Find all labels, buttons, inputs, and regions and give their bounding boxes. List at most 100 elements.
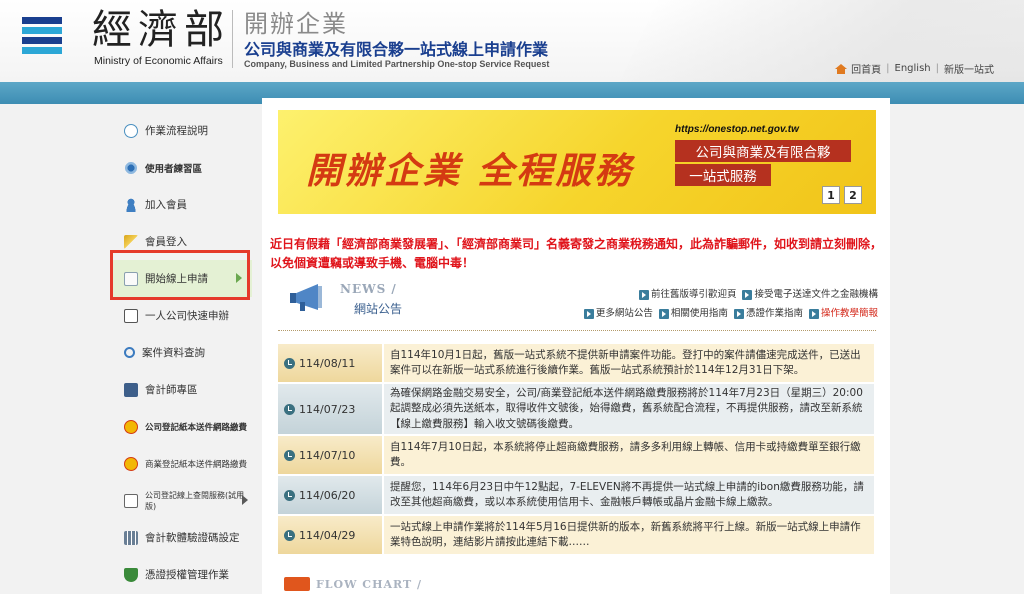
sidebar-item-label: 憑證授權管理作業 — [145, 569, 229, 581]
news-header: NEWS / 網站公告 前往舊版導引歡迎頁 接受電子送達文件之金融機構 更多網站… — [278, 278, 878, 326]
sidebar-item-label: 會計軟體驗證碼設定 — [145, 532, 240, 544]
clock-icon — [284, 449, 295, 461]
news-date: 114/04/29 — [278, 516, 382, 554]
sidebar-item-case-query[interactable]: 案件資料查詢 — [112, 334, 252, 371]
flow-title-en: FLOW CHART / — [316, 577, 422, 591]
link-label: 憑證作業指南 — [745, 308, 803, 319]
news-item[interactable]: 114/06/20 提醒您，114年6月23日中午12點起，7-ELEVEN將不… — [278, 476, 874, 514]
ministry-name-en: Ministry of Economic Affairs — [94, 55, 223, 67]
magnifier-icon — [124, 347, 135, 358]
link-new-onestop[interactable]: 新版一站式 — [944, 61, 994, 76]
flowchart-icon — [284, 577, 310, 591]
chevron-right-icon — [236, 273, 242, 283]
sidebar-menu: 作業流程說明 使用者練習區 加入會員 會員登入 開始線上申請 一人公司快速申辦 … — [112, 112, 252, 593]
news-item[interactable]: 114/08/11 自114年10月1日起，舊版一站式系統不提供新申請案件功能。… — [278, 344, 874, 382]
news-date-text: 114/06/20 — [299, 488, 356, 502]
user-icon — [124, 197, 138, 212]
sidebar-item-online-lookup[interactable]: 公司登記線上查閱服務(試用版) — [112, 482, 252, 519]
sidebar-item-start-apply[interactable]: 開始線上申請 — [112, 260, 252, 297]
sidebar-item-company-fee[interactable]: 公司登記紙本送件網路繳費 — [112, 408, 252, 445]
banner-url: https://onestop.net.gov.tw — [675, 124, 799, 135]
link-tutorial-slides[interactable]: 操作教學簡報 — [808, 306, 878, 322]
news-text[interactable]: 為確保網路金融交易安全，公司/商業登記紙本送件網路繳費服務將於114年7月23日… — [384, 384, 874, 434]
sidebar-item-label: 公司登記紙本送件網路繳費 — [145, 422, 248, 433]
news-text[interactable]: 一站式線上申請作業將於114年5月16日提供新的版本，新舊系統將平行上線。新版一… — [384, 516, 874, 554]
news-title-cn: 網站公告 — [354, 302, 403, 316]
news-date: 114/08/11 — [278, 344, 382, 382]
news-item[interactable]: 114/04/29 一站式線上申請作業將於114年5月16日提供新的版本，新舊系… — [278, 516, 874, 554]
banner-tag: 公司與商業及有限合夥 — [675, 140, 851, 162]
link-label: 操作教學簡報 — [820, 308, 878, 319]
sidebar-item-login[interactable]: 會員登入 — [112, 223, 252, 260]
link-label: 更多網站公告 — [595, 308, 653, 319]
flow-chart-header: FLOW CHART / — [284, 574, 422, 594]
sidebar-item-certificate[interactable]: 憑證授權管理作業 — [112, 556, 252, 593]
banner-headline: 開辦企業 全程服務 — [306, 150, 634, 192]
document-icon — [124, 271, 138, 286]
news-divider — [278, 330, 876, 331]
sidebar-item-business-fee[interactable]: 商業登記紙本送件網路繳費 — [112, 445, 252, 482]
news-list: 114/08/11 自114年10月1日起，舊版一站式系統不提供新申請案件功能。… — [278, 344, 874, 556]
banner-page-2[interactable]: 2 — [844, 186, 862, 204]
news-item[interactable]: 114/07/23 為確保網路金融交易安全，公司/商業登記紙本送件網路繳費服務將… — [278, 384, 874, 434]
home-icon — [835, 63, 848, 74]
ministry-name-cn: 經濟部 — [92, 7, 230, 53]
banner-page-1[interactable]: 1 — [822, 186, 840, 204]
sidebar-item-label: 加入會員 — [145, 199, 187, 211]
news-text[interactable]: 提醒您，114年6月23日中午12點起，7-ELEVEN將不再提供一站式線上申請… — [384, 476, 874, 514]
clock-icon — [284, 489, 295, 501]
clock-icon — [284, 529, 295, 541]
arrow-right-icon — [742, 290, 753, 300]
main-content: 開辦企業 全程服務 https://onestop.net.gov.tw 公司與… — [262, 98, 890, 594]
ledger-icon — [124, 382, 138, 397]
link-separator: | — [886, 63, 890, 74]
dollar-coin-icon — [124, 419, 138, 434]
arrow-right-icon — [658, 309, 669, 319]
news-date-text: 114/07/23 — [299, 402, 356, 416]
megaphone-icon — [290, 284, 322, 311]
sidebar-item-label: 一人公司快速申辦 — [145, 310, 229, 322]
sidebar-item-accounting-code[interactable]: 會計軟體驗證碼設定 — [112, 519, 252, 556]
news-date: 114/06/20 — [278, 476, 382, 514]
banner-pager: 1 2 — [822, 186, 862, 204]
sidebar-item-process[interactable]: 作業流程說明 — [112, 112, 252, 149]
clock-icon — [284, 403, 295, 415]
speech-bubble-icon — [124, 123, 138, 138]
link-old-welcome[interactable]: 前往舊版導引歡迎頁 — [638, 287, 736, 303]
banner-tag: 一站式服務 — [675, 164, 771, 186]
sidebar-item-label: 會員登入 — [145, 236, 187, 248]
site-header: 經濟部 Ministry of Economic Affairs 開辦企業 公司… — [0, 0, 1024, 82]
news-text[interactable]: 自114年7月10日起，本系統將停止超商繳費服務，請多多利用線上轉帳、信用卡或持… — [384, 436, 874, 474]
news-date: 114/07/23 — [278, 384, 382, 434]
chevron-right-icon — [242, 495, 248, 505]
dollar-coin-icon — [124, 456, 138, 471]
moea-logo-icon[interactable] — [22, 17, 62, 55]
link-home[interactable]: 回首頁 — [851, 61, 881, 76]
service-subtitle: 公司與商業及有限合夥一站式線上申請作業 — [244, 40, 549, 59]
news-date-text: 114/08/11 — [299, 356, 356, 370]
service-subtitle-en: Company, Business and Limited Partnershi… — [244, 59, 550, 69]
link-certificate-guide[interactable]: 憑證作業指南 — [733, 306, 803, 322]
sidebar-item-one-person[interactable]: 一人公司快速申辦 — [112, 297, 252, 334]
sidebar-item-label: 案件資料查詢 — [142, 347, 205, 359]
news-date-text: 114/07/10 — [299, 448, 356, 462]
link-more-news[interactable]: 更多網站公告 — [583, 306, 653, 322]
link-electronic-delivery[interactable]: 接受電子送達文件之金融機構 — [742, 287, 878, 303]
sidebar-item-label: 會計師專區 — [145, 384, 198, 396]
arrow-right-icon — [583, 309, 594, 319]
news-text[interactable]: 自114年10月1日起，舊版一站式系統不提供新申請案件功能。登打中的案件請儘速完… — [384, 344, 874, 382]
sidebar-item-join[interactable]: 加入會員 — [112, 186, 252, 223]
shield-icon — [124, 567, 138, 582]
arrow-right-icon — [808, 309, 819, 319]
sidebar-item-accountant[interactable]: 會計師專區 — [112, 371, 252, 408]
clock-icon — [284, 357, 295, 369]
link-usage-guide[interactable]: 相關使用指南 — [658, 306, 728, 322]
news-item[interactable]: 114/07/10 自114年7月10日起，本系統將停止超商繳費服務，請多多利用… — [278, 436, 874, 474]
link-english[interactable]: English — [895, 63, 931, 74]
promo-banner[interactable]: 開辦企業 全程服務 https://onestop.net.gov.tw 公司與… — [278, 110, 876, 214]
sidebar-item-practice[interactable]: 使用者練習區 — [112, 149, 252, 186]
sidebar-item-label: 開始線上申請 — [145, 273, 208, 285]
news-date: 114/07/10 — [278, 436, 382, 474]
link-label: 相關使用指南 — [670, 308, 728, 319]
sidebar-item-label: 作業流程說明 — [145, 125, 208, 137]
